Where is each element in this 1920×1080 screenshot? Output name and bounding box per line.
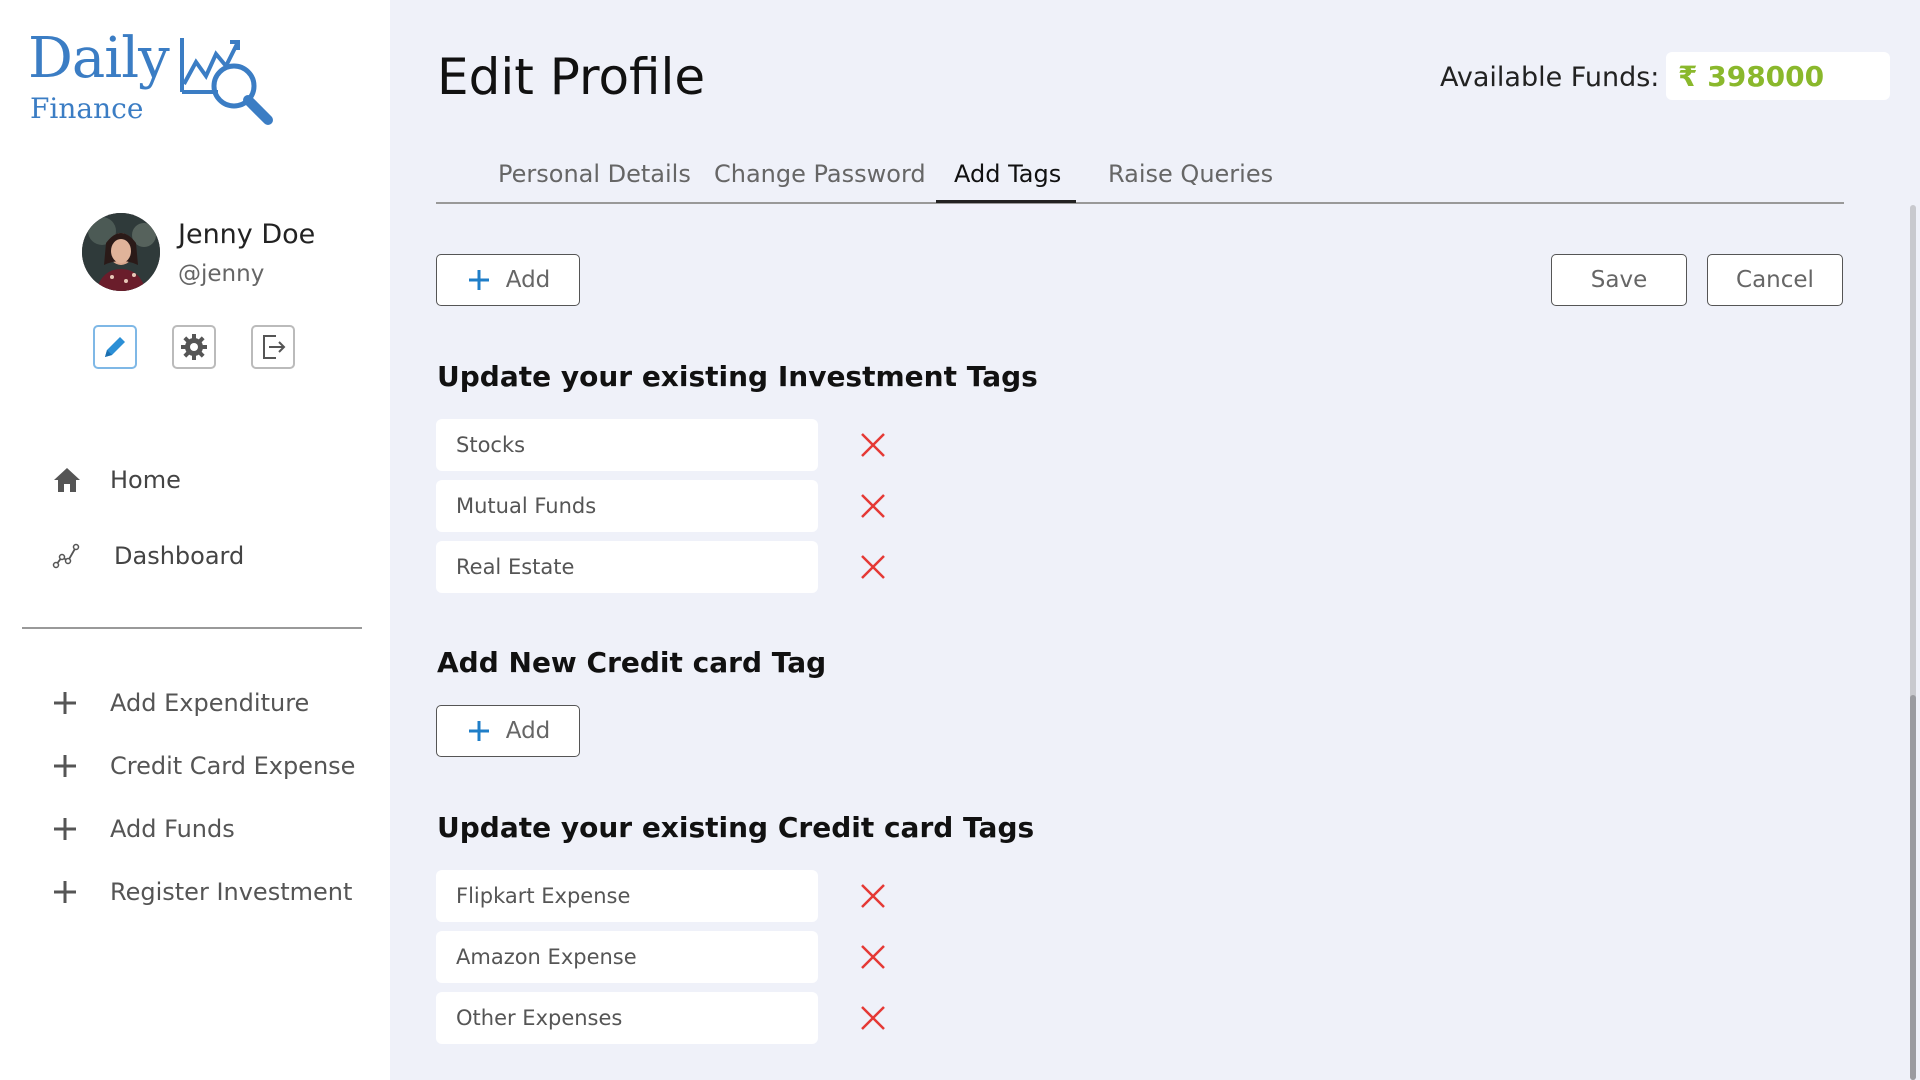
edit-profile-button[interactable] bbox=[93, 325, 137, 369]
add-expenditure-link[interactable]: Add Expenditure bbox=[48, 680, 378, 726]
pencil-icon bbox=[105, 337, 125, 357]
add-credit-card-tag-button[interactable]: Add bbox=[436, 705, 580, 757]
profile-tabs: Personal Details Change Password Add Tag… bbox=[436, 150, 1844, 204]
credit-card-tag-input[interactable] bbox=[436, 992, 818, 1044]
delete-tag-icon[interactable] bbox=[854, 548, 892, 586]
plus-icon bbox=[48, 686, 82, 720]
tab-change-password[interactable]: Change Password bbox=[714, 160, 926, 188]
delete-tag-icon[interactable] bbox=[854, 487, 892, 525]
credit-card-tag-row bbox=[436, 870, 906, 922]
chart-line-icon bbox=[50, 539, 84, 573]
user-handle: @jenny bbox=[178, 261, 265, 287]
active-tab-indicator bbox=[936, 200, 1076, 203]
settings-button[interactable] bbox=[172, 325, 216, 369]
user-name: Jenny Doe bbox=[178, 219, 316, 250]
profile-actions bbox=[93, 325, 303, 369]
user-profile: Jenny Doe @jenny bbox=[82, 213, 382, 293]
investment-tag-input[interactable] bbox=[436, 541, 818, 593]
plus-icon bbox=[466, 267, 492, 293]
credit-card-expense-link[interactable]: Credit Card Expense bbox=[48, 743, 378, 789]
page-title: Edit Profile bbox=[437, 48, 706, 106]
button-label: Add bbox=[505, 718, 551, 744]
plus-icon bbox=[466, 718, 492, 744]
plus-icon bbox=[48, 812, 82, 846]
sidebar-item-label: Home bbox=[110, 466, 181, 494]
delete-tag-icon[interactable] bbox=[854, 426, 892, 464]
sidebar-item-dashboard[interactable]: Dashboard bbox=[50, 531, 370, 581]
avatar[interactable] bbox=[82, 213, 160, 291]
investment-tags-heading: Update your existing Investment Tags bbox=[437, 360, 1038, 393]
scrollbar-thumb[interactable] bbox=[1910, 695, 1916, 1080]
credit-card-tags-heading: Update your existing Credit card Tags bbox=[437, 811, 1035, 844]
investment-tag-row bbox=[436, 480, 906, 532]
delete-tag-icon[interactable] bbox=[854, 938, 892, 976]
available-funds-value: ₹ 398000 bbox=[1666, 52, 1890, 100]
investment-tag-row bbox=[436, 541, 906, 593]
logo-text-daily: Daily bbox=[28, 26, 170, 91]
logo-text-finance: Finance bbox=[30, 92, 144, 125]
app-logo[interactable]: Daily Finance bbox=[28, 26, 288, 126]
credit-card-tag-input[interactable] bbox=[436, 870, 818, 922]
action-label: Add Funds bbox=[110, 815, 235, 843]
plus-icon bbox=[48, 749, 82, 783]
logo-chart-magnifier-icon bbox=[180, 38, 273, 125]
plus-icon bbox=[48, 875, 82, 909]
sidebar: Daily Finance Jenny Doe @jenny Home Dash… bbox=[0, 0, 390, 1080]
add-investment-tag-button[interactable]: Add bbox=[436, 254, 580, 306]
credit-card-tag-row bbox=[436, 931, 906, 983]
logout-icon bbox=[263, 335, 286, 359]
page-scrollbar[interactable] bbox=[1910, 205, 1916, 1080]
delete-tag-icon[interactable] bbox=[854, 877, 892, 915]
cancel-button[interactable]: Cancel bbox=[1707, 254, 1843, 306]
action-label: Add Expenditure bbox=[110, 689, 310, 717]
sidebar-item-home[interactable]: Home bbox=[50, 455, 370, 505]
tab-add-tags[interactable]: Add Tags bbox=[954, 160, 1061, 188]
action-label: Register Investment bbox=[110, 878, 353, 906]
register-investment-link[interactable]: Register Investment bbox=[48, 869, 378, 915]
credit-card-tag-input[interactable] bbox=[436, 931, 818, 983]
gear-icon bbox=[181, 334, 207, 360]
tab-personal-details[interactable]: Personal Details bbox=[498, 160, 691, 188]
tab-raise-queries[interactable]: Raise Queries bbox=[1108, 160, 1273, 188]
save-button[interactable]: Save bbox=[1551, 254, 1687, 306]
credit-card-tag-row bbox=[436, 992, 906, 1044]
new-credit-card-tag-heading: Add New Credit card Tag bbox=[437, 646, 827, 679]
investment-tag-row bbox=[436, 419, 906, 471]
available-funds-label: Available Funds: bbox=[1440, 62, 1660, 93]
button-label: Add bbox=[505, 267, 551, 293]
home-icon bbox=[50, 463, 84, 497]
logout-button[interactable] bbox=[251, 325, 295, 369]
add-funds-link[interactable]: Add Funds bbox=[48, 806, 378, 852]
investment-tag-input[interactable] bbox=[436, 480, 818, 532]
sidebar-item-label: Dashboard bbox=[114, 542, 245, 570]
action-label: Credit Card Expense bbox=[110, 752, 356, 780]
investment-tag-input[interactable] bbox=[436, 419, 818, 471]
main-content: Edit Profile Available Funds: ₹ 398000 P… bbox=[390, 0, 1920, 1080]
sidebar-divider bbox=[22, 627, 362, 629]
delete-tag-icon[interactable] bbox=[854, 999, 892, 1037]
